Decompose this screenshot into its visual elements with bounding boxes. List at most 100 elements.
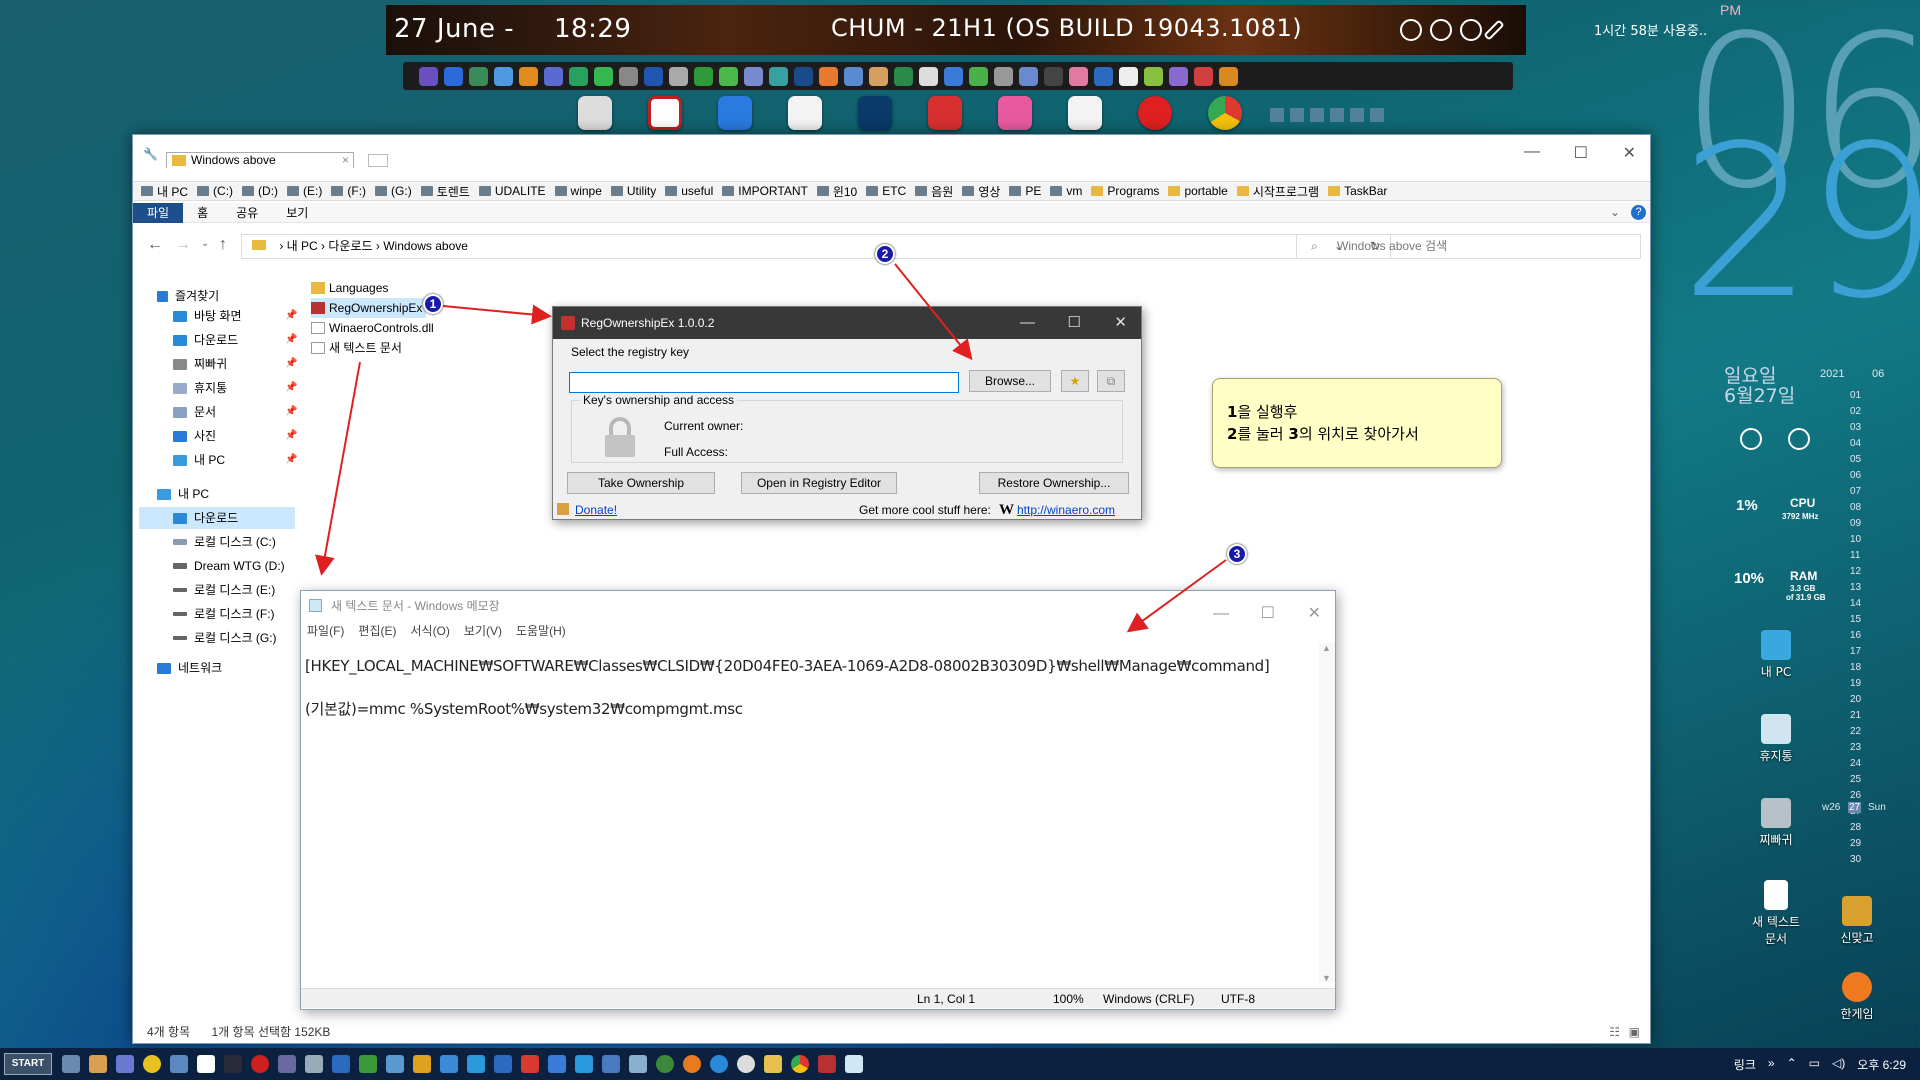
pager-dot[interactable] — [1270, 108, 1284, 122]
breadcrumb-current[interactable]: Windows above — [383, 239, 468, 253]
favbar-item[interactable]: (F:) — [331, 184, 366, 198]
details-view-icon[interactable]: ☷ — [1609, 1025, 1620, 1039]
taskbar-app-icon[interactable] — [467, 1055, 485, 1073]
ribbon-expand-icon[interactable]: ⌄ — [1610, 205, 1620, 219]
vertical-scrollbar[interactable]: ▲ ▼ — [1319, 643, 1335, 983]
chevron-icon[interactable]: » — [1768, 1056, 1775, 1073]
taskbar-app-icon[interactable] — [602, 1055, 620, 1073]
start-button[interactable]: START — [4, 1053, 52, 1075]
app-icon[interactable] — [419, 66, 438, 86]
power-icon[interactable] — [1460, 19, 1482, 41]
taskbar-app-icon[interactable] — [197, 1055, 215, 1073]
app-icon[interactable] — [894, 66, 913, 86]
favorite-star-icon[interactable]: ★ — [1061, 370, 1089, 392]
nav-item[interactable]: 찌빠귀 — [173, 353, 227, 375]
app-icon[interactable] — [1169, 66, 1188, 86]
address-bar[interactable]: › 내 PC › 다운로드 › Windows above ⌄ ↻ — [241, 234, 1391, 259]
pager-dot[interactable] — [1330, 108, 1344, 122]
taskbar-app-icon[interactable] — [332, 1055, 350, 1073]
close-tab-icon[interactable]: × — [342, 153, 349, 168]
nav-item[interactable]: 내 PC — [173, 449, 225, 471]
taskbar-clock[interactable]: 오후 6:29 — [1857, 1056, 1906, 1073]
favbar-item[interactable]: TaskBar — [1328, 184, 1387, 198]
app-icon[interactable] — [494, 66, 513, 86]
app-icon[interactable] — [519, 66, 538, 86]
taskbar-app-icon[interactable] — [548, 1055, 566, 1073]
app-icon[interactable] — [619, 66, 638, 86]
app-icon[interactable] — [444, 66, 463, 86]
nav-item[interactable]: 휴지통 — [173, 377, 227, 399]
taskbar-app-icon[interactable] — [305, 1055, 323, 1073]
taskbar-app-icon[interactable] — [359, 1055, 377, 1073]
ribbon-tab-share[interactable]: 공유 — [222, 203, 272, 223]
chrome-icon[interactable] — [791, 1055, 809, 1073]
opera-icon[interactable] — [1138, 96, 1172, 130]
desktop-icon-recycle[interactable]: 휴지통 — [1741, 714, 1811, 764]
app-icon[interactable] — [1194, 66, 1213, 86]
browse-button[interactable]: Browse... — [969, 370, 1051, 392]
refresh-icon[interactable] — [1740, 428, 1762, 450]
favbar-item[interactable]: Programs — [1091, 184, 1159, 198]
favbar-item[interactable]: ETC — [866, 184, 906, 198]
pager-dot[interactable] — [1350, 108, 1364, 122]
taskbar-app-icon[interactable] — [278, 1055, 296, 1073]
taskbar-app-icon[interactable] — [440, 1055, 458, 1073]
favbar-item[interactable]: (C:) — [197, 184, 233, 198]
nav-item[interactable]: 다운로드 — [173, 329, 238, 351]
taskbar-app-icon[interactable] — [656, 1055, 674, 1073]
app-icon[interactable] — [1094, 66, 1113, 86]
taskbar-app-icon[interactable] — [386, 1055, 404, 1073]
edge-icon[interactable] — [710, 1055, 728, 1073]
nav-this-pc[interactable]: 내 PC — [157, 483, 209, 505]
help-icon[interactable]: ? — [1631, 205, 1646, 220]
firefox-icon[interactable] — [683, 1055, 701, 1073]
registry-key-input[interactable] — [569, 372, 959, 393]
taskbar-app-icon[interactable] — [413, 1055, 431, 1073]
app-icon[interactable] — [719, 66, 738, 86]
nav-item[interactable]: 바탕 화면 — [173, 305, 242, 327]
file-item[interactable]: Languages — [311, 278, 388, 298]
explorer-tab[interactable]: Windows above × — [166, 152, 354, 168]
app-icon[interactable] — [744, 66, 763, 86]
favbar-item[interactable]: UDALITE — [478, 184, 546, 198]
taskbar-app-icon[interactable] — [494, 1055, 512, 1073]
taskbar-app-icon[interactable] — [170, 1055, 188, 1073]
recent-dropdown-icon[interactable]: ⌄ — [201, 238, 209, 249]
dock-app-icon[interactable] — [648, 96, 682, 130]
dock-app-icon[interactable] — [578, 96, 612, 130]
maximize-button[interactable]: ☐ — [1574, 143, 1588, 163]
favbar-item[interactable]: winpe — [554, 184, 602, 198]
winaero-link[interactable]: http://winaero.com — [1017, 503, 1115, 517]
menu-view[interactable]: 보기(V) — [464, 621, 502, 641]
ribbon-tab-view[interactable]: 보기 — [272, 203, 322, 223]
links-toolbar[interactable]: 링크 — [1734, 1056, 1756, 1073]
app-icon[interactable] — [694, 66, 713, 86]
nav-item[interactable]: Dream WTG (D:) — [173, 555, 285, 577]
chrome-icon[interactable] — [1208, 96, 1242, 130]
app-icon[interactable] — [844, 66, 863, 86]
app-icon[interactable] — [1069, 66, 1088, 86]
volume-icon[interactable]: ◁) — [1832, 1056, 1845, 1073]
take-ownership-button[interactable]: Take Ownership — [567, 472, 715, 494]
taskbar-app-icon[interactable] — [143, 1055, 161, 1073]
power-icon[interactable] — [1788, 428, 1810, 450]
nav-item-selected[interactable]: 다운로드 — [139, 507, 295, 529]
app-icon[interactable] — [919, 66, 938, 86]
taskbar-app-icon[interactable] — [575, 1055, 593, 1073]
tray-expand-icon[interactable]: ⌃ — [1787, 1056, 1797, 1073]
favbar-item[interactable]: (E:) — [287, 184, 322, 198]
maximize-button[interactable]: ☐ — [1068, 307, 1081, 339]
favbar-item[interactable]: (D:) — [242, 184, 278, 198]
app-icon[interactable] — [669, 66, 688, 86]
forward-icon[interactable]: → — [175, 236, 191, 254]
app-icon[interactable] — [994, 66, 1013, 86]
app-icon[interactable] — [819, 66, 838, 86]
copy-icon[interactable]: ⧉ — [1097, 370, 1125, 392]
minimize-button[interactable]: — — [1020, 307, 1035, 339]
pager-dot[interactable] — [1310, 108, 1324, 122]
app-icon[interactable] — [1019, 66, 1038, 86]
opera-icon[interactable] — [251, 1055, 269, 1073]
dock-app-icon[interactable] — [788, 96, 822, 130]
notepad-text-area[interactable]: [HKEY_LOCAL_MACHINE₩SOFTWARE₩Classes₩CLS… — [305, 645, 1270, 731]
favbar-item[interactable]: 윈10 — [816, 183, 857, 200]
